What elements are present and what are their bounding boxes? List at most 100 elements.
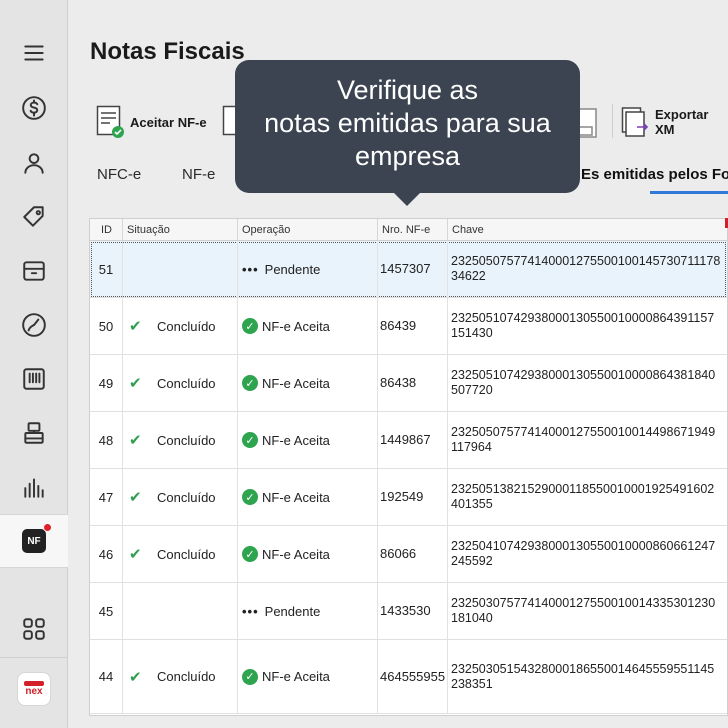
cell-id: 51 bbox=[90, 241, 123, 297]
check-circle-icon: ✓ bbox=[242, 489, 258, 505]
situacao-label: Concluído bbox=[157, 669, 216, 684]
situacao-label: Concluído bbox=[157, 375, 216, 391]
notas-table: ID Situação Operação Nro. NF-e Chave 51 … bbox=[89, 218, 728, 716]
tooltip-line-2: notas emitidas para sua bbox=[264, 108, 551, 138]
nro-label: 192549 bbox=[380, 489, 424, 504]
cell-id: 48 bbox=[90, 412, 123, 468]
cell-chave: 2325030757741400012755001001433530123018… bbox=[448, 583, 727, 639]
cell-id: 47 bbox=[90, 469, 123, 525]
cell-operacao: ✓ NF-e Aceita bbox=[238, 469, 378, 525]
check-circle-icon: ✓ bbox=[242, 546, 258, 562]
user-icon[interactable] bbox=[0, 136, 68, 190]
cell-chave: 2325051382152900011855001000192549160240… bbox=[448, 469, 727, 525]
chave-label: 2325050757741400012755001001449867194911… bbox=[451, 425, 716, 454]
table-row[interactable]: 49 ✔ Concluído ✓ NF-e Aceita 86438 2325051… bbox=[90, 355, 727, 412]
cell-operacao: ✓ NF-e Aceita bbox=[238, 526, 378, 582]
box-icon[interactable] bbox=[0, 244, 68, 298]
tooltip-arrow bbox=[393, 192, 421, 206]
header-situacao[interactable]: Situação bbox=[123, 219, 238, 241]
toolbar-separator bbox=[612, 104, 613, 138]
check-icon: ✔ bbox=[129, 489, 142, 506]
situacao-label: Concluído bbox=[157, 318, 216, 334]
check-circle-icon: ✓ bbox=[242, 668, 258, 685]
tab-nfe[interactable]: NF-e bbox=[182, 166, 215, 183]
gauge-icon[interactable] bbox=[0, 298, 68, 352]
operacao-label: NF-e Aceita bbox=[262, 432, 330, 448]
cell-chave: 2325030515432800018655001464555955114523… bbox=[448, 640, 727, 713]
export-xml-button[interactable]: Exportar XM bbox=[621, 104, 728, 140]
active-tab-indicator bbox=[650, 191, 728, 194]
nro-label: 464555955 bbox=[380, 668, 446, 684]
tab-nfce[interactable]: NFC-e bbox=[97, 166, 141, 183]
table-row[interactable]: 47 ✔ Concluído ✓ NF-e Aceita 192549 232505… bbox=[90, 469, 727, 526]
table-row[interactable]: 48 ✔ Concluído ✓ NF-e Aceita 1449867 23250… bbox=[90, 412, 727, 469]
cell-id: 44 bbox=[90, 640, 123, 713]
situacao-label: Concluído bbox=[157, 489, 216, 505]
header-nro-nfe[interactable]: Nro. NF-e bbox=[378, 219, 448, 241]
chave-label: 2325051074293800013055001000086439115715… bbox=[451, 311, 715, 340]
accept-nfe-label: Aceitar NF-e bbox=[130, 114, 207, 130]
cell-chave: 2325041074293800013055001000086066124724… bbox=[448, 526, 727, 582]
sidebar-item-nota-fiscal[interactable]: NF bbox=[0, 514, 68, 568]
nro-label: 86438 bbox=[380, 375, 417, 390]
cell-nro: 86066 bbox=[378, 526, 448, 582]
cell-situacao bbox=[123, 583, 238, 639]
header-id[interactable]: ID bbox=[90, 219, 123, 241]
notification-dot bbox=[43, 523, 52, 532]
chave-label: 2325041074293800013055001000086066124724… bbox=[451, 539, 716, 568]
export-xml-label: Exportar XM bbox=[655, 107, 709, 137]
more-dots-icon: ••• bbox=[242, 603, 259, 619]
cell-situacao: ✔ Concluído bbox=[123, 469, 238, 525]
cell-nro: 86439 bbox=[378, 298, 448, 354]
tooltip-line-3: empresa bbox=[354, 141, 461, 171]
cell-id: 45 bbox=[90, 583, 123, 639]
nro-label: 1449867 bbox=[380, 432, 431, 447]
accept-nfe-button[interactable]: Aceitar NF-e bbox=[96, 104, 207, 140]
grid-apps-icon[interactable] bbox=[0, 602, 68, 656]
table-row[interactable]: 51 ••• Pendente 1457307 23250507577414000… bbox=[90, 241, 727, 298]
barcode-icon[interactable] bbox=[0, 352, 68, 406]
table-row[interactable]: 46 ✔ Concluído ✓ NF-e Aceita 86066 2325041… bbox=[90, 526, 727, 583]
cell-id: 50 bbox=[90, 298, 123, 354]
cell-situacao bbox=[123, 241, 238, 297]
chave-label: 2325051382152900011855001000192549160240… bbox=[451, 482, 715, 511]
header-operacao[interactable]: Operação bbox=[238, 219, 378, 241]
check-icon: ✔ bbox=[129, 375, 142, 392]
nf-icon: NF bbox=[22, 523, 52, 553]
cell-id: 49 bbox=[90, 355, 123, 411]
register-icon[interactable] bbox=[0, 406, 68, 460]
nro-label: 86439 bbox=[380, 318, 417, 333]
header-chave[interactable]: Chave bbox=[448, 219, 727, 241]
operacao-label: Pendente bbox=[264, 603, 321, 619]
onboarding-tooltip: Verifique as notas emitidas para sua emp… bbox=[235, 60, 580, 193]
operacao-label: NF-e Aceita bbox=[262, 669, 330, 684]
tag-icon[interactable] bbox=[0, 190, 68, 244]
table-row[interactable]: 50 ✔ Concluído ✓ NF-e Aceita 86439 2325051… bbox=[90, 298, 727, 355]
cell-situacao: ✔ Concluído bbox=[123, 298, 238, 354]
table-header: ID Situação Operação Nro. NF-e Chave bbox=[90, 219, 727, 241]
cell-nro: 192549 bbox=[378, 469, 448, 525]
tooltip-line-1: Verifique as bbox=[336, 75, 479, 105]
nex-logo[interactable]: nex bbox=[0, 662, 68, 716]
table-row[interactable]: 45 ••• Pendente 1433530 23250307577414000… bbox=[90, 583, 727, 640]
tab-emitidas-fornecedores[interactable]: Es emitidas pelos Fo bbox=[581, 166, 728, 183]
check-icon: ✔ bbox=[129, 668, 142, 686]
sidebar: NF nex bbox=[0, 0, 68, 728]
cell-nro: 1457307 bbox=[378, 241, 448, 297]
nro-label: 1457307 bbox=[380, 261, 431, 276]
cell-chave: 2325051074293800013055001000086439115715… bbox=[448, 298, 727, 354]
chave-label: 2325050757741400012755001001457307111783… bbox=[451, 254, 721, 283]
cell-nro: 464555955 bbox=[378, 640, 448, 713]
bar-chart-icon[interactable] bbox=[0, 460, 68, 514]
situacao-label: Concluído bbox=[157, 546, 216, 562]
menu-icon[interactable] bbox=[0, 26, 68, 80]
dollar-icon[interactable] bbox=[0, 81, 68, 135]
cell-operacao: ✓ NF-e Aceita bbox=[238, 298, 378, 354]
cell-id: 46 bbox=[90, 526, 123, 582]
cell-operacao: ✓ NF-e Aceita bbox=[238, 640, 378, 713]
more-dots-icon: ••• bbox=[242, 261, 259, 277]
table-row[interactable]: 44 ✔ Concluído ✓ NF-e Aceita 464555955 232… bbox=[90, 640, 727, 714]
cell-nro: 1433530 bbox=[378, 583, 448, 639]
cell-situacao: ✔ Concluído bbox=[123, 412, 238, 468]
nro-label: 1433530 bbox=[380, 603, 431, 618]
